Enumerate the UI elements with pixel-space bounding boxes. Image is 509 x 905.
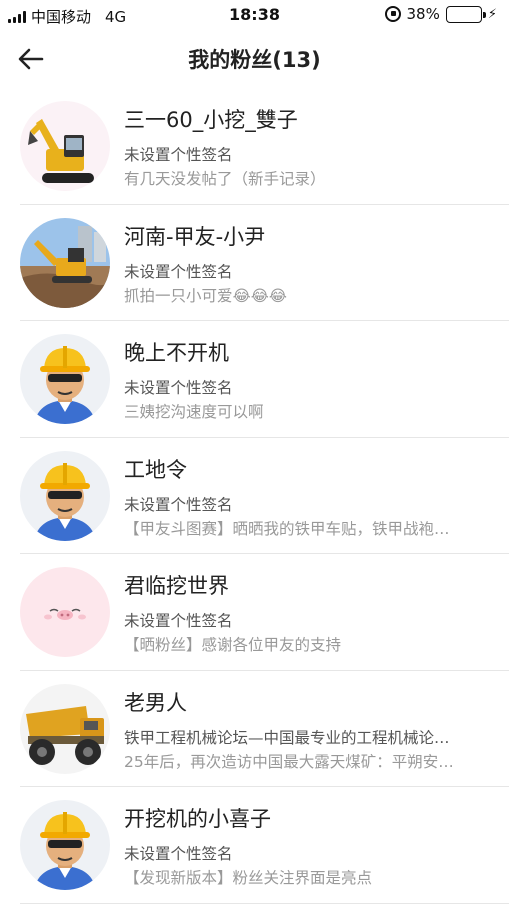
fan-name: 河南-甲友-小尹	[124, 224, 266, 249]
fan-latest-post: 【晒粉丝】感谢各位甲友的支持	[124, 636, 342, 654]
page-title: 我的粉丝(13)	[188, 48, 321, 72]
fan-list-item[interactable]: 君临挖世界未设置个性签名【晒粉丝】感谢各位甲友的支持	[0, 554, 509, 671]
fan-latest-post: 25年后，再次造访中国最大露天煤矿：平朔安…	[124, 752, 454, 771]
fan-signature: 未设置个性签名	[124, 495, 233, 514]
fan-latest-post: 【甲友斗图赛】晒晒我的铁甲车贴，铁甲战袍…	[124, 519, 450, 538]
fan-signature: 未设置个性签名	[124, 845, 233, 863]
back-button[interactable]	[14, 42, 48, 76]
charging-icon: ⚡	[487, 6, 497, 22]
battery-icon	[445, 5, 486, 23]
fan-latest-post: 【发现新版本】粉丝关注界面是亮点	[124, 869, 373, 887]
fan-name: 工地令	[124, 457, 187, 482]
fan-signature: 未设置个性签名	[124, 612, 233, 630]
status-bar: 中国移动 4G 18:38 38% ⚡	[0, 0, 509, 30]
fan-name: 老男人	[124, 690, 187, 715]
avatar[interactable]	[20, 683, 110, 774]
fan-name: 开挖机的小喜子	[124, 807, 271, 831]
fan-list: 三一60_小挖_雙子 未设置个性签名 有几天没发帖了（新手记录） 河南-甲友-小尹 未设…	[0, 88, 509, 904]
avatar[interactable]	[20, 101, 110, 191]
fan-signature: 铁甲工程机械论坛—中国最专业的工程机械论…	[124, 728, 450, 747]
fan-name: 晚上不开机	[124, 341, 229, 365]
nav-bar: 我的粉丝(13)	[0, 30, 509, 86]
fan-signature: 未设置个性签名	[124, 379, 233, 397]
fan-list-item[interactable]: 老男人铁甲工程机械论坛—中国最专业的工程机械论… 25年后，再次造访中国最大露天煤…	[0, 671, 509, 788]
fan-list-item[interactable]: 河南-甲友-小尹未设置个性签名抓拍一只小可爱😂😂😂	[0, 205, 509, 322]
fan-list-item[interactable]: 工地令未设置个性签名【甲友斗图赛】晒晒我的铁甲车贴，铁甲战袍…	[0, 438, 509, 555]
avatar[interactable]	[20, 334, 110, 424]
rotation-lock-icon	[384, 6, 401, 22]
battery-percent: 38%	[406, 5, 440, 23]
fan-list-item[interactable]: 三一60_小挖_雙子未设置个性签名有几天没发帖了（新手记录）	[0, 88, 509, 205]
fan-name: 君临挖世界	[124, 574, 229, 598]
fan-latest-post: 三姨挖沟速度可以啊	[124, 403, 264, 421]
avatar[interactable]	[20, 450, 110, 541]
fan-latest-post: 有几天没发帖了（新手记录）	[124, 170, 326, 188]
avatar[interactable]	[20, 800, 110, 890]
fan-list-item[interactable]: 晚上不开机未设置个性签名三姨挖沟速度可以啊	[0, 321, 509, 438]
arrow-left-icon	[18, 48, 44, 70]
fan-name: 三一60_小挖_雙子	[124, 108, 298, 132]
status-right: 38% ⚡	[384, 5, 497, 23]
fan-list-item[interactable]: 开挖机的小喜子未设置个性签名【发现新版本】粉丝关注界面是亮点	[0, 787, 509, 904]
avatar[interactable]	[20, 567, 110, 657]
fan-signature: 未设置个性签名	[124, 262, 233, 281]
fan-signature: 未设置个性签名	[124, 146, 233, 164]
avatar[interactable]	[20, 217, 110, 308]
fan-latest-post: 抓拍一只小可爱😂😂😂	[124, 286, 287, 305]
